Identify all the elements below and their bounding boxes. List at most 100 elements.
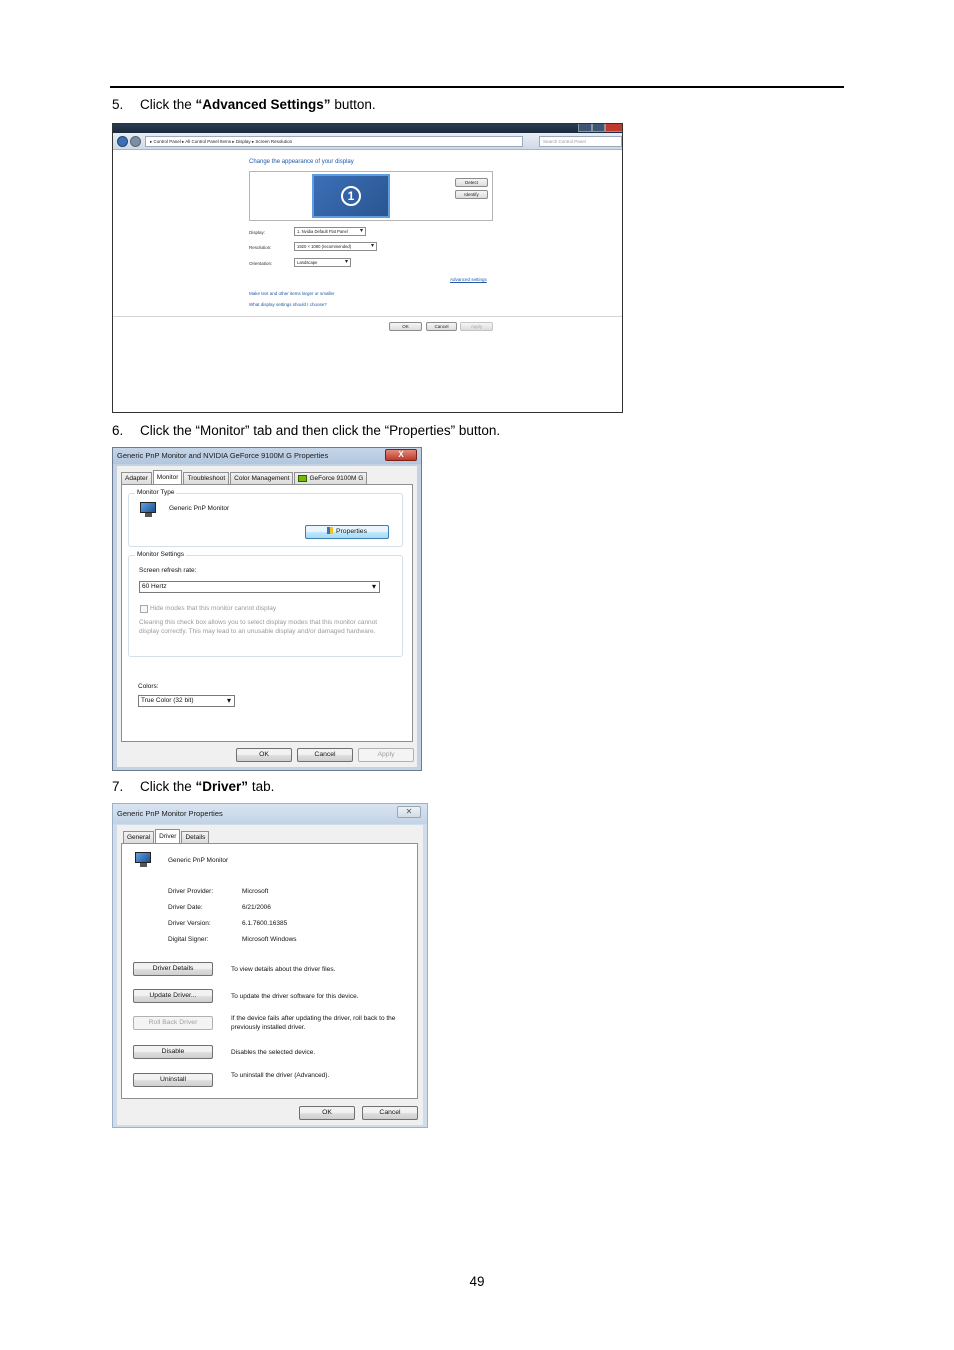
uninstall-button[interactable]: Uninstall bbox=[133, 1073, 213, 1087]
ok-button[interactable]: OK bbox=[236, 748, 292, 762]
driver-date-value: 6/21/2006 bbox=[242, 904, 271, 911]
group-label: Monitor Type bbox=[135, 489, 177, 496]
group-label: Monitor Settings bbox=[135, 551, 186, 558]
minimize-button[interactable] bbox=[578, 124, 592, 132]
disable-button[interactable]: Disable bbox=[133, 1045, 213, 1059]
ok-button[interactable]: OK bbox=[299, 1106, 355, 1120]
driver-version-label: Driver Version: bbox=[168, 920, 211, 927]
monitor-icon bbox=[134, 852, 152, 868]
nvidia-icon bbox=[298, 475, 308, 482]
advanced-settings-link[interactable]: Advanced settings bbox=[450, 277, 487, 282]
step-5-instruction: 5. Click the “Advanced Settings” button. bbox=[112, 97, 376, 112]
colors-select[interactable]: True Color (32 bit) bbox=[138, 695, 235, 707]
step-text: Click the “Monitor” tab and then click t… bbox=[140, 423, 501, 438]
hide-modes-checkbox[interactable] bbox=[140, 605, 148, 613]
screen-resolution-screenshot: ▸ Control Panel ▸ All Control Panel Item… bbox=[112, 123, 623, 413]
properties-label: Properties bbox=[336, 528, 367, 535]
cancel-button[interactable]: Cancel bbox=[297, 748, 353, 762]
cancel-button[interactable]: Cancel bbox=[362, 1106, 418, 1120]
tab-strip: General Driver Details bbox=[123, 829, 210, 843]
orientation-label: Orientation: bbox=[249, 261, 273, 266]
driver-version-value: 6.1.7600.16385 bbox=[242, 920, 288, 927]
monitor-type-group: Monitor Type Generic PnP Monitor Propert… bbox=[128, 489, 403, 547]
display-settings-help-link[interactable]: What display settings should I choose? bbox=[249, 302, 327, 307]
hide-modes-note: Clearing this check box allows you to se… bbox=[139, 619, 378, 635]
step-text: Click the bbox=[140, 779, 196, 794]
resolution-select[interactable]: 1920 × 1080 (recommended) bbox=[294, 242, 377, 251]
monitor-thumbnail[interactable]: 1 bbox=[312, 174, 390, 218]
dialog-title-text: Generic PnP Monitor and NVIDIA GeForce 9… bbox=[117, 451, 329, 460]
identify-button[interactable]: Identify bbox=[455, 190, 488, 199]
page-heading: Change the appearance of your display bbox=[249, 159, 354, 165]
tab-geforce-label: GeForce 9100M G bbox=[309, 475, 364, 482]
dialog-title: Generic PnP Monitor and NVIDIA GeForce 9… bbox=[113, 448, 421, 464]
step-text: Click the bbox=[140, 97, 196, 112]
digital-signer-label: Digital Signer: bbox=[168, 936, 209, 943]
display-label: Display: bbox=[249, 230, 266, 235]
monitor-tab-pane: Monitor Type Generic PnP Monitor Propert… bbox=[121, 484, 413, 742]
tab-adapter[interactable]: Adapter bbox=[121, 472, 152, 484]
close-icon[interactable]: X bbox=[385, 449, 417, 461]
step-7-instruction: 7. Click the “Driver” tab. bbox=[112, 779, 274, 794]
tab-geforce[interactable]: GeForce 9100M G bbox=[294, 472, 368, 484]
close-icon[interactable]: ✕ bbox=[397, 806, 421, 818]
header-rule bbox=[110, 86, 844, 88]
tab-driver[interactable]: Driver bbox=[155, 829, 181, 843]
step-emphasis: “Advanced Settings” bbox=[195, 97, 331, 112]
orientation-select[interactable]: Landscape bbox=[294, 258, 351, 267]
digital-signer-value: Microsoft Windows bbox=[242, 936, 297, 943]
cancel-button[interactable]: Cancel bbox=[426, 322, 457, 331]
apply-button[interactable]: Apply bbox=[358, 748, 414, 762]
resolution-label: Resolution: bbox=[249, 245, 272, 250]
roll-back-driver-button[interactable]: Roll Back Driver bbox=[133, 1016, 213, 1030]
disable-desc: Disables the selected device. bbox=[231, 1049, 316, 1056]
driver-provider-label: Driver Provider: bbox=[168, 888, 214, 895]
back-icon[interactable] bbox=[117, 136, 128, 147]
shield-icon bbox=[327, 527, 333, 534]
search-input[interactable]: Search Control Panel bbox=[539, 136, 622, 147]
monitor-number: 1 bbox=[341, 186, 361, 206]
refresh-rate-select[interactable]: 60 Hertz bbox=[139, 581, 380, 593]
uninstall-desc: To uninstall the driver (Advanced). bbox=[231, 1072, 330, 1079]
colors-label: Colors: bbox=[138, 683, 159, 690]
roll-back-desc: If the device fails after updating the d… bbox=[231, 1015, 396, 1031]
monitor-settings-group: Monitor Settings Screen refresh rate: 60… bbox=[128, 551, 403, 657]
dialog-body: General Driver Details Generic PnP Monit… bbox=[117, 825, 423, 1125]
driver-properties-screenshot: Generic PnP Monitor Properties ✕ General… bbox=[112, 803, 428, 1128]
breadcrumb[interactable]: ▸ Control Panel ▸ All Control Panel Item… bbox=[145, 136, 523, 147]
driver-details-button[interactable]: Driver Details bbox=[133, 962, 213, 976]
apply-button[interactable]: Apply bbox=[460, 322, 493, 331]
step-number: 6. bbox=[112, 423, 124, 438]
detect-button[interactable]: Detect bbox=[455, 178, 488, 187]
tab-monitor[interactable]: Monitor bbox=[152, 470, 183, 484]
address-bar: ▸ Control Panel ▸ All Control Panel Item… bbox=[113, 133, 622, 150]
monitor-icon bbox=[139, 502, 157, 518]
driver-provider-value: Microsoft bbox=[242, 888, 269, 895]
tab-troubleshoot[interactable]: Troubleshoot bbox=[183, 472, 230, 484]
display-select[interactable]: 1. Nvidia Default Flat Panel bbox=[294, 227, 366, 236]
dialog-body: Adapter Monitor Troubleshoot Color Manag… bbox=[117, 466, 417, 767]
window-titlebar bbox=[113, 124, 622, 133]
dialog-title: Generic PnP Monitor Properties ✕ bbox=[113, 804, 427, 824]
display-arrangement-panel: 1 Detect Identify bbox=[249, 171, 493, 221]
forward-icon[interactable] bbox=[130, 136, 141, 147]
page-number: 49 bbox=[469, 1274, 485, 1289]
dialog-title-text: Generic PnP Monitor Properties bbox=[117, 809, 223, 818]
step-number: 5. bbox=[112, 97, 124, 112]
monitor-properties-screenshot: Generic PnP Monitor and NVIDIA GeForce 9… bbox=[112, 447, 422, 771]
update-driver-desc: To update the driver software for this d… bbox=[231, 993, 359, 1000]
close-button[interactable] bbox=[605, 124, 622, 132]
tab-general[interactable]: General bbox=[123, 831, 155, 843]
ok-button[interactable]: OK bbox=[389, 322, 422, 331]
update-driver-button[interactable]: Update Driver... bbox=[133, 989, 213, 1003]
divider bbox=[113, 316, 622, 317]
device-name: Generic PnP Monitor bbox=[168, 857, 229, 864]
properties-button[interactable]: Properties bbox=[305, 525, 389, 539]
tab-details[interactable]: Details bbox=[181, 831, 210, 843]
text-size-link[interactable]: Make text and other items larger or smal… bbox=[249, 291, 335, 296]
tab-color-management[interactable]: Color Management bbox=[230, 472, 294, 484]
driver-details-desc: To view details about the driver files. bbox=[231, 966, 336, 973]
maximize-button[interactable] bbox=[592, 124, 605, 132]
step-6-instruction: 6. Click the “Monitor” tab and then click… bbox=[112, 423, 500, 438]
driver-tab-pane: Generic PnP Monitor Driver Provider: Mic… bbox=[121, 843, 418, 1099]
